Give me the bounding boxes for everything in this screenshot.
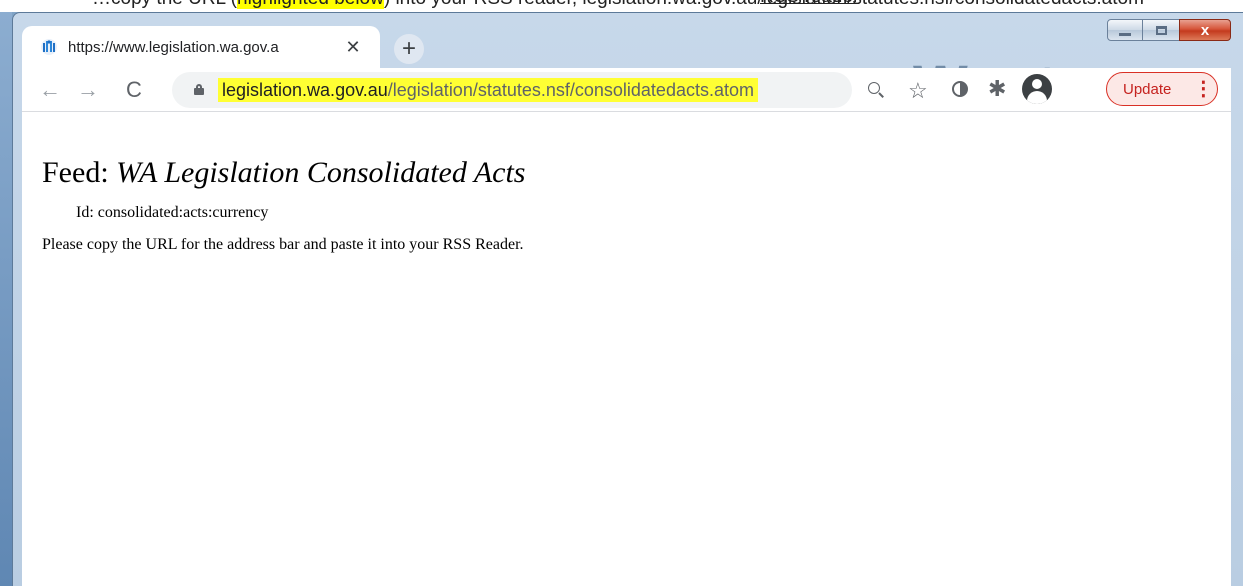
close-window-button[interactable]: x [1179,19,1231,41]
window-controls: x [1107,19,1231,41]
browser-toolbar: ← → C legislation.wa.gov.au/legislation/… [22,68,1231,112]
url-text[interactable]: legislation.wa.gov.au/legislation/statut… [218,78,758,102]
lock-icon[interactable] [194,84,204,95]
extensions-puzzle-icon[interactable]: ✱ [988,76,1006,102]
close-icon: x [1200,21,1210,39]
extension-circle-icon[interactable] [952,81,968,97]
feed-prefix: Feed: [42,156,117,189]
url-domain: legislation.wa.gov.au [222,80,388,100]
document-text-highlight: highlighted below [237,0,384,9]
address-bar[interactable]: legislation.wa.gov.au/legislation/statut… [172,72,928,108]
document-text: …copy the URL (highlighted below) into y… [92,0,1144,10]
feed-title: Feed: WA Legislation Consolidated Acts [42,156,525,190]
zoom-icon[interactable] [868,82,884,98]
forward-button[interactable]: → [74,76,102,104]
back-button[interactable]: ← [36,76,64,104]
browser-tab[interactable]: https://www.legislation.wa.gov.a ✕ [22,26,380,68]
document-text-strip: …copy the URL (highlighted below) into y… [0,0,1243,12]
document-text-left: …copy the URL ( [92,0,237,9]
tab-close-button[interactable]: ✕ [344,37,362,58]
minimize-icon [1119,32,1131,36]
new-tab-button[interactable]: + [394,34,424,64]
minimize-button[interactable] [1107,19,1143,41]
reload-button[interactable]: C [120,76,148,104]
feed-note: Please copy the URL for the address bar … [42,236,524,253]
bookmark-star-icon[interactable]: ☆ [908,78,928,104]
maximize-button[interactable] [1142,19,1180,41]
maximize-icon [1155,25,1167,35]
desktop-edge [0,12,12,586]
document-link[interactable]: RSS reader [760,0,859,8]
feed-name: WA Legislation Consolidated Acts [116,156,526,189]
menu-kebab-icon: ⋮ [1193,78,1214,100]
update-label: Update [1123,80,1172,98]
page-content: Feed: WA Legislation Consolidated Acts I… [22,112,1231,586]
url-path: /legislation/statutes.nsf/consolidatedac… [387,80,754,100]
update-button[interactable]: Update ⋮ [1106,72,1218,106]
profile-avatar-icon[interactable] [1022,74,1052,104]
feed-id: Id: consolidated:acts:currency [76,204,269,221]
wa-crest-icon [41,39,57,55]
tab-title: https://www.legislation.wa.gov.a [68,38,279,56]
